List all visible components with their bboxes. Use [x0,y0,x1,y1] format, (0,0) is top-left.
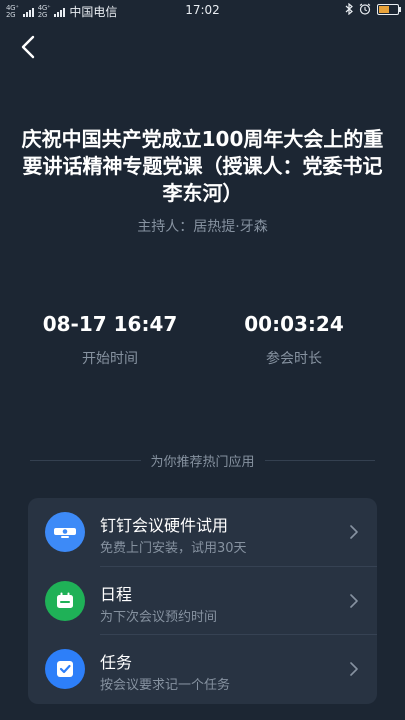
recommend-item-title: 钉钉会议硬件试用 [100,516,229,535]
recommend-card: 钉钉会议硬件试用 免费上门安装，试用30天 日程 为下次会议预约时间 任务 按会… [28,498,377,704]
start-time-label: 开始时间 [82,351,138,367]
chevron-left-icon [21,35,35,59]
divider-line-right [264,459,376,461]
recommend-item-icon-bg [45,580,85,621]
duration-stat: 00:03:24 参会时长 [214,312,374,368]
back-button[interactable] [14,32,44,62]
task-check-icon [57,661,73,678]
recommend-item-title: 日程 [100,584,133,604]
chevron-right-icon [350,593,358,608]
recommend-item-hardware-trial[interactable]: 钉钉会议硬件试用 免费上门安装，试用30天 [28,498,377,567]
meeting-camera-icon [54,528,76,538]
status-bar: 4G⁺ 2G 4G⁺ 2G 中国电信 17:02 [0,0,405,22]
divider-line-left [30,459,141,461]
start-time-value: 08-17 16:47 [42,312,178,336]
recommend-item-subtitle: 免费上门安装，试用30天 [100,541,247,556]
recommend-heading: 为你推荐热门应用 [150,454,255,470]
chevron-right-icon [350,662,358,676]
recommend-item-calendar[interactable]: 日程 为下次会议预约时间 [28,567,377,636]
recommend-item-icon-bg [45,512,85,552]
battery-icon [377,3,401,15]
battery-level-fill [379,5,389,13]
meeting-host: 主持人：居热提·牙森 [137,219,268,235]
meeting-title: 庆祝中国共产党成立100周年大会上的重要讲话精神专题党课（授课人：党委书记李东河… [21,127,384,205]
duration-value: 00:03:24 [244,312,344,336]
alarm-icon [359,3,371,15]
status-right [345,3,401,15]
bluetooth-icon [345,3,353,15]
duration-label: 参会时长 [266,351,322,367]
recommend-item-subtitle: 按会议要求记一个任务 [100,678,231,694]
recommend-divider: 为你推荐热门应用 [30,450,376,470]
calendar-icon [57,592,73,608]
meeting-summary-page: 4G⁺ 2G 4G⁺ 2G 中国电信 17:02 庆祝中国共产党成立100周年大… [0,0,405,720]
start-time-stat: 08-17 16:47 开始时间 [30,312,190,368]
recommend-item-icon-bg [45,649,85,690]
recommend-item-task[interactable]: 任务 按会议要求记一个任务 [28,635,377,704]
chevron-right-icon [350,525,358,539]
recommend-item-subtitle: 为下次会议预约时间 [100,609,218,625]
recommend-item-title: 任务 [100,653,133,673]
